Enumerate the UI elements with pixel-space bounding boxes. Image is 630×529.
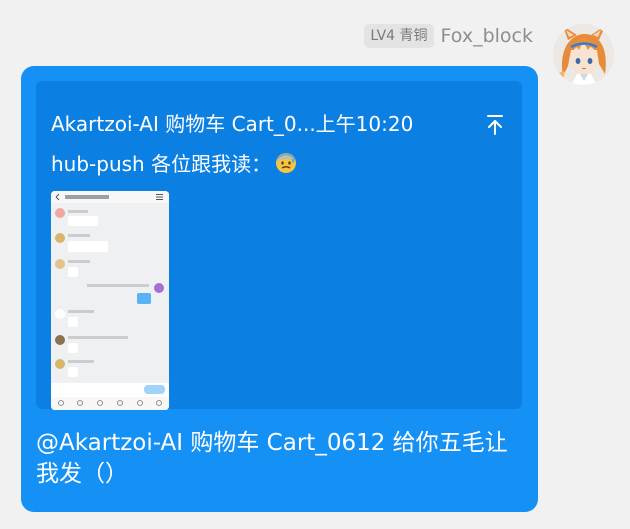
anxious-sweat-emoji-icon [275,152,297,174]
level-badge: LV4 青铜 [364,24,434,48]
scroll-to-top-icon[interactable] [485,113,505,137]
sender-header: LV4 青铜 Fox_block [364,24,533,48]
sender-nickname[interactable]: Fox_block [441,25,533,47]
chat-screenshot-thumbnail[interactable] [51,191,169,410]
chat-page: LV4 青铜 Fox_block Akartzoi-AI 购物车 Cart_0.… [0,0,630,529]
anime-fox-avatar-icon [553,24,614,85]
message-bubble[interactable]: Akartzoi-AI 购物车 Cart_0...上午10:20 hub-pus… [21,66,538,512]
message-text: @Akartzoi-AI 购物车 Cart_0612 给你五毛让我发（） [36,430,508,487]
avatar[interactable] [553,24,614,85]
quote-card[interactable]: Akartzoi-AI 购物车 Cart_0...上午10:20 hub-pus… [36,81,522,410]
screenshot-preview-icon [51,191,169,410]
quote-text-line: hub-push 各位跟我读： [51,148,297,177]
quote-text: hub-push 各位跟我读： [51,152,272,176]
quote-title: Akartzoi-AI 购物车 Cart_0...上午10:20 [51,112,414,136]
